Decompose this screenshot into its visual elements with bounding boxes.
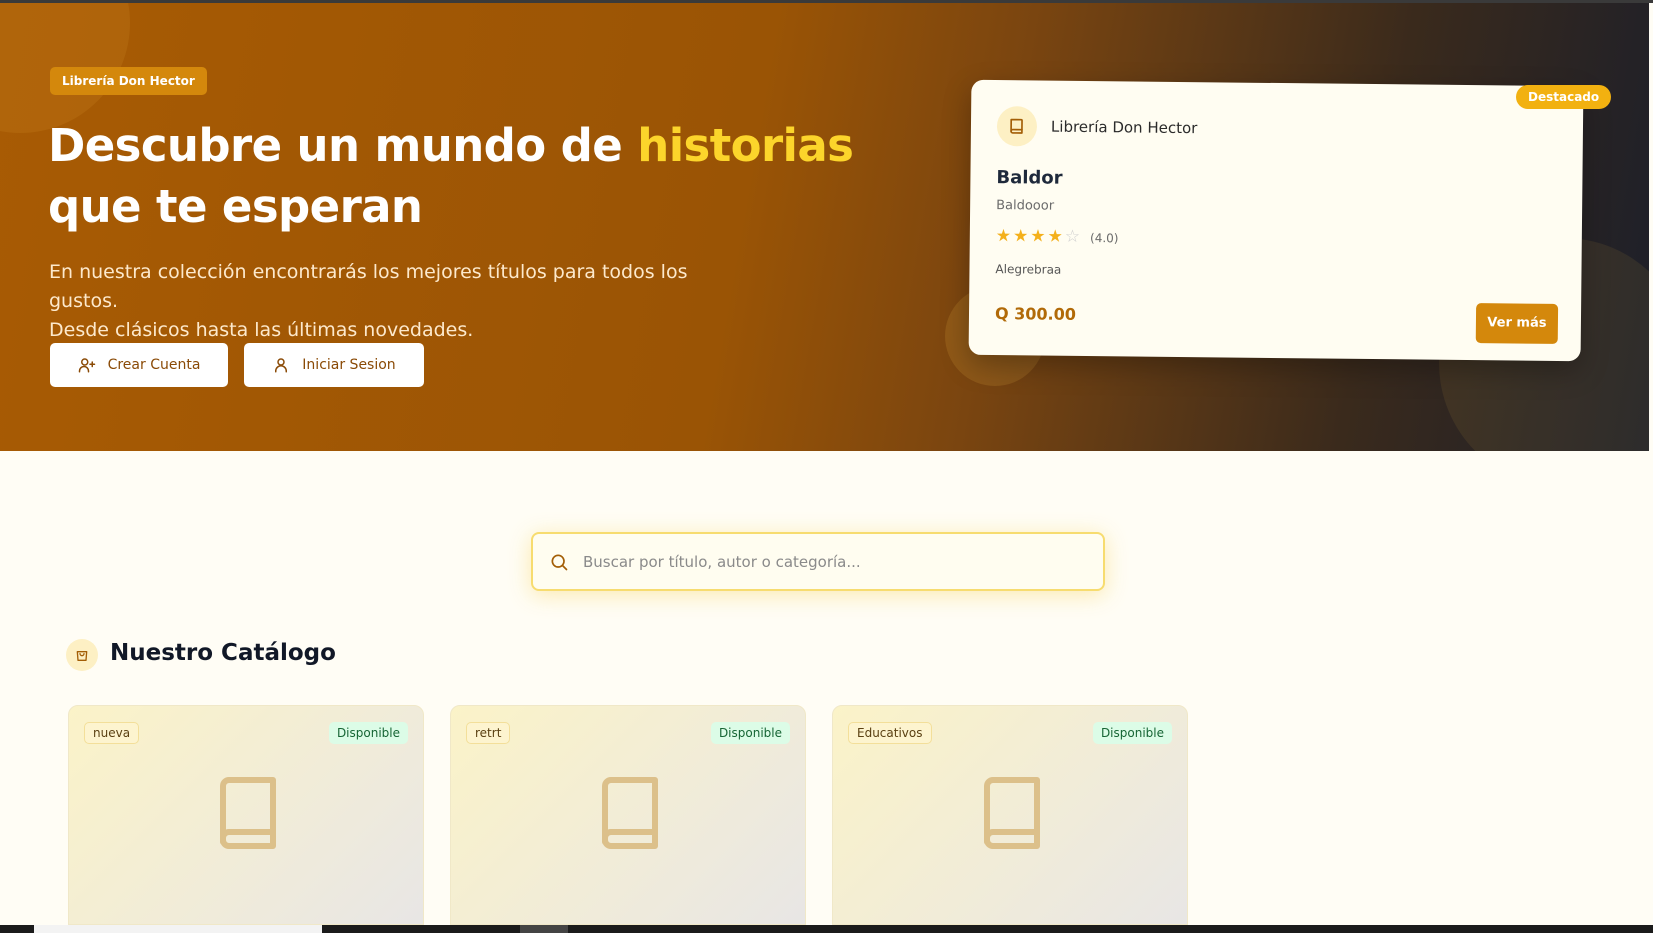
create-account-button[interactable]: Crear Cuenta (50, 343, 228, 387)
featured-rating-text: (4.0) (1089, 230, 1119, 245)
hero-subtitle: En nuestra colección encontrarás los mej… (49, 258, 749, 345)
hero-title-highlight: historias (637, 119, 854, 172)
featured-tag: Destacado (1516, 85, 1612, 109)
featured-rating: ★ ★ ★ ★ ☆ (4.0) (995, 226, 1119, 247)
book-placeholder-icon (984, 777, 1040, 849)
status-badge: Disponible (328, 722, 408, 744)
book-logo-icon (996, 106, 1038, 147)
star-filled-icon: ★ (995, 226, 1012, 247)
star-filled-icon: ★ (1012, 226, 1029, 247)
book-placeholder-icon (220, 777, 276, 849)
hero-title: Descubre un mundo de historias que te es… (48, 115, 868, 237)
search-input[interactable] (583, 541, 1103, 582)
taskbar-app[interactable] (520, 925, 568, 933)
view-more-button[interactable]: Ver más (1475, 303, 1559, 344)
hero-subtitle-line2: Desde clásicos hasta las últimas novedad… (49, 319, 474, 341)
featured-book-price: Q 300.00 (994, 304, 1077, 324)
hero-title-part2: que te esperan (48, 180, 423, 233)
user-icon (275, 358, 288, 373)
status-badge: Disponible (1092, 722, 1172, 744)
star-filled-icon: ★ (1047, 226, 1063, 247)
hero-title-part1: Descubre un mundo de (48, 119, 638, 172)
book-category-tag: Educativos (848, 722, 932, 744)
catalog-title: Nuestro Catálogo (110, 640, 336, 666)
search-icon (551, 554, 568, 570)
featured-store-name: Librería Don Hector (1050, 117, 1198, 138)
user-plus-icon (78, 358, 95, 373)
featured-book-card: Librería Don Hector Baldor Baldooor ★ ★ … (968, 79, 1584, 362)
hero-subtitle-line1: En nuestra colección encontrarás los mej… (49, 261, 688, 312)
book-card[interactable]: nueva Disponible (68, 705, 424, 925)
status-badge: Disponible (710, 722, 790, 744)
book-category-tag: retrt (466, 722, 511, 744)
featured-book-author: Baldooor (996, 198, 1055, 214)
search-bar (531, 532, 1105, 591)
brand-badge: Librería Don Hector (50, 67, 207, 95)
featured-book-category: Alegrebraa (995, 262, 1062, 277)
star-filled-icon: ★ (1030, 226, 1046, 247)
taskbar (0, 925, 1653, 933)
hero-section: Librería Don Hector Descubre un mundo de… (0, 3, 1649, 451)
taskbar-search[interactable] (34, 925, 322, 933)
create-account-label: Crear Cuenta (107, 357, 201, 373)
shopping-bag-icon (66, 639, 98, 671)
login-label: Iniciar Sesion (302, 357, 396, 373)
book-card[interactable]: Educativos Disponible (832, 705, 1188, 925)
book-category-tag: nueva (84, 722, 140, 744)
login-button[interactable]: Iniciar Sesion (244, 343, 424, 387)
book-placeholder-icon (602, 777, 658, 849)
book-card[interactable]: retrt Disponible (450, 705, 806, 925)
star-empty-icon: ☆ (1064, 226, 1081, 247)
featured-book-title: Baldor (996, 167, 1063, 189)
